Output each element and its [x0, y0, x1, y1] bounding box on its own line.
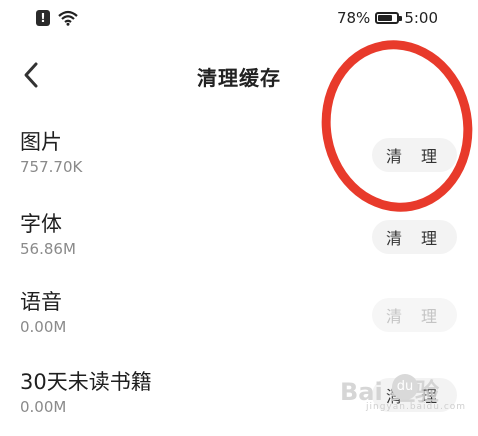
list-item-voice: 语音 0.00M 清 理: [0, 286, 478, 356]
battery-fill: [378, 15, 393, 21]
header: 清理缓存: [0, 52, 478, 98]
status-bar: ! 78% 5:00: [0, 0, 478, 38]
list-item-fonts: 字体 56.86M 清 理: [0, 208, 478, 278]
list-item-images: 图片 757.70K 清 理: [0, 126, 478, 196]
clean-images-button[interactable]: 清 理: [372, 138, 457, 172]
item-size: 757.70K: [20, 158, 83, 176]
item-size: 0.00M: [20, 398, 67, 416]
item-size: 0.00M: [20, 318, 67, 336]
battery-nub: [399, 16, 403, 21]
battery-icon: [375, 12, 403, 24]
item-name: 语音: [20, 290, 62, 314]
battery-percent: 78%: [336, 9, 371, 27]
clock: 5:00: [404, 9, 438, 27]
baidu-paw-icon: du: [392, 374, 418, 400]
watermark-url: jingyan.baidu.com: [366, 402, 467, 412]
wifi-icon: [58, 10, 78, 26]
item-size: 56.86M: [20, 240, 76, 258]
status-left: !: [36, 10, 78, 26]
item-name: 30天未读书籍: [20, 370, 152, 394]
clean-fonts-button[interactable]: 清 理: [372, 220, 457, 254]
status-right: 78% 5:00: [337, 9, 438, 27]
clean-voice-button[interactable]: 清 理: [372, 298, 457, 332]
page-title: 清理缓存: [197, 66, 281, 90]
item-name: 图片: [20, 130, 62, 154]
alert-icon: !: [36, 10, 50, 26]
item-name: 字体: [20, 212, 62, 236]
